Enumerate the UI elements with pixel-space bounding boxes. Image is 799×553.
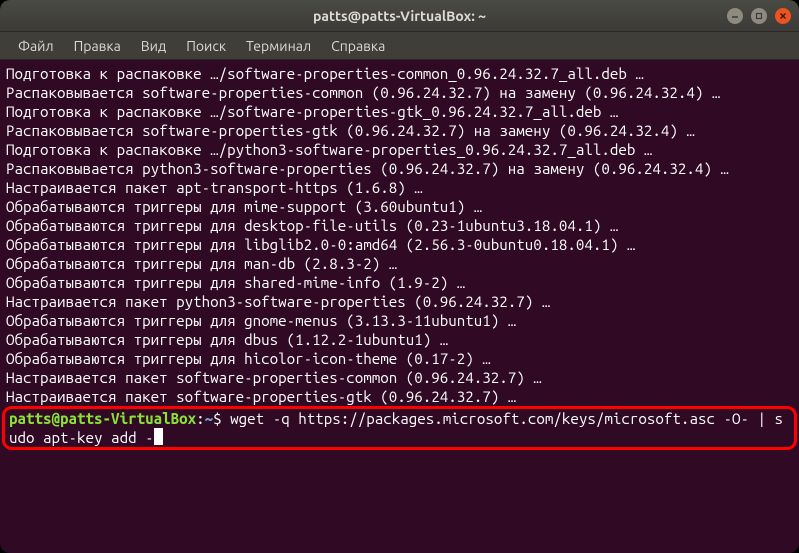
output-line: Обрабатываются триггеры для libglib2.0-0… [6,235,793,254]
output-line: Обрабатываются триггеры для mime-support… [6,197,793,216]
titlebar: patts@patts-VirtualBox: ~ [0,0,799,32]
terminal-content[interactable]: Подготовка к распаковке …/software-prope… [0,60,799,553]
prompt-colon: : [196,410,205,427]
output-line: Обрабатываются триггеры для gnome-menus … [6,311,793,330]
minimize-button[interactable] [727,8,743,24]
terminal-window: patts@patts-VirtualBox: ~ Файл Правка Ви… [0,0,799,553]
output-line: Настраивается пакет software-properties-… [6,368,793,387]
cursor [154,428,163,445]
prompt-dollar: $ [213,410,230,427]
prompt-path: ~ [205,410,214,427]
output-line: Обрабатываются триггеры для man-db (2.8.… [6,254,793,273]
prompt-user-host: patts@patts-VirtualBox [9,410,196,427]
menubar: Файл Правка Вид Поиск Терминал Справка [0,32,799,60]
maximize-button[interactable] [751,8,767,24]
output-line: Подготовка к распаковке …/software-prope… [6,64,793,83]
terminal-output: Подготовка к распаковке …/software-prope… [6,64,793,406]
menu-file[interactable]: Файл [10,35,62,57]
output-line: Настраивается пакет apt-transport-https … [6,178,793,197]
menu-help[interactable]: Справка [323,35,393,57]
output-line: Распаковывается software-properties-gtk … [6,121,793,140]
output-line: Настраивается пакет software-properties-… [6,387,793,406]
close-button[interactable] [775,8,791,24]
output-line: Распаковывается python3-software-propert… [6,159,793,178]
output-line: Обрабатываются триггеры для shared-mime-… [6,273,793,292]
output-line: Подготовка к распаковке …/software-prope… [6,102,793,121]
menu-view[interactable]: Вид [133,35,174,57]
menu-search[interactable]: Поиск [178,35,234,57]
output-line: Обрабатываются триггеры для desktop-file… [6,216,793,235]
menu-terminal[interactable]: Терминал [238,35,319,57]
menu-edit[interactable]: Правка [66,35,129,57]
output-line: Распаковывается software-properties-comm… [6,83,793,102]
highlighted-command: patts@patts-VirtualBox:~$ wget -q https:… [2,406,797,450]
output-line: Обрабатываются триггеры для dbus (1.12.2… [6,330,793,349]
window-title: patts@patts-VirtualBox: ~ [313,8,486,24]
output-line: Настраивается пакет python3-software-pro… [6,292,793,311]
window-controls [727,8,791,24]
output-line: Обрабатываются триггеры для hicolor-icon… [6,349,793,368]
output-line: Подготовка к распаковке …/python3-softwa… [6,140,793,159]
